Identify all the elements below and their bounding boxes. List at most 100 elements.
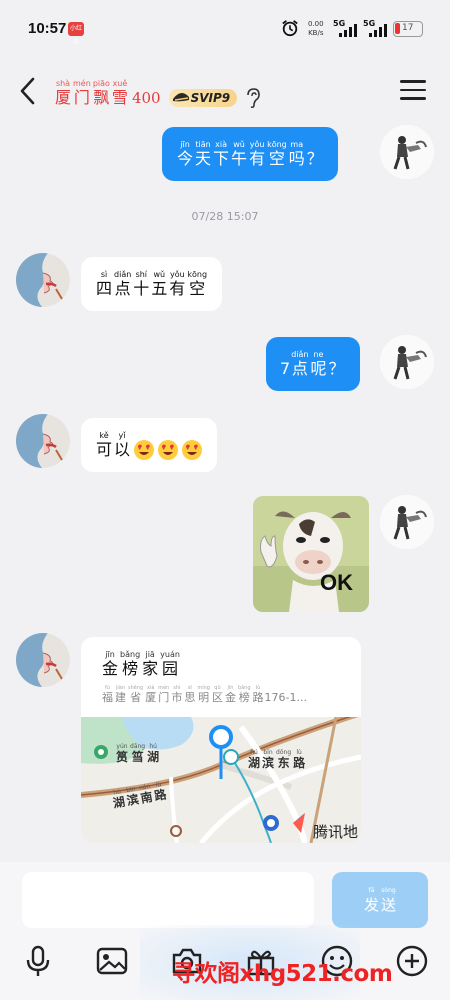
ruby-char: qū 区 [212, 685, 223, 705]
hanzi: 筜 [131, 750, 144, 764]
message-bubble-outgoing[interactable]: jīn 今 tiān 天 xià 下 wǔ 午 yǒu 有 kōng 空 ma 吗 ？ [162, 127, 338, 181]
ruby-char: dōng 东 [276, 749, 291, 770]
heart-eyes-emoji-icon [157, 439, 179, 461]
hanzi: 湖 [111, 794, 127, 811]
hanzi: 市 [171, 691, 183, 704]
ruby-char: jiàn 建 [115, 685, 126, 705]
battery-icon: 17 [393, 21, 423, 37]
hanzi: 门 [73, 88, 90, 107]
pinyin: tiān [195, 139, 211, 149]
hanzi: 金 [102, 659, 119, 678]
ruby-char: míng 明 [197, 685, 210, 705]
plus-icon[interactable] [395, 944, 429, 978]
location-card[interactable]: jīn 金 bǎng 榜 jiā 家 yuán 园 fú 福 jiàn 建 shěng 省 xià 厦 mén… [81, 637, 361, 843]
ruby-char: xià 下 [213, 140, 229, 169]
pinyin: ma [290, 139, 304, 149]
contact-name[interactable]: shà 厦 mén 门 piāo 飘 xuě 雪 400 SVIP9 [54, 78, 261, 109]
ruby-char: dāng 筜 [130, 743, 145, 764]
contact-name-number: 400 [131, 89, 161, 107]
pinyin: kōng [187, 269, 208, 279]
ruby-char: ？ [307, 140, 323, 169]
my-avatar[interactable] [380, 335, 434, 389]
network-speed: 0.00 KB/s [308, 20, 324, 38]
message-text: jīn 今 tiān 天 xià 下 wǔ 午 yǒu 有 kōng 空 ma 吗 ？ [176, 140, 324, 169]
hanzi: 园 [162, 659, 179, 678]
ruby-char: yǒu 有 [249, 140, 265, 169]
hanzi: 榜 [122, 659, 139, 678]
location-map[interactable]: yún 筼 dāng 筜 hú 湖 hú 湖 bīn 滨 dōng 东 lù 路 hú 湖 bīn 滨 nán 南… [81, 710, 361, 843]
app-notification-icon: 小红书 [68, 22, 84, 46]
ruby-char: ne 呢 [310, 350, 326, 379]
hanzi: 省 [130, 691, 142, 704]
hanzi: 午 [231, 148, 248, 168]
signal-label: 5G [333, 19, 346, 28]
ruby-char: xuě 雪 [112, 79, 128, 108]
back-icon[interactable] [16, 76, 40, 106]
hanzi: 空 [268, 148, 285, 168]
contact-avatar[interactable] [16, 633, 70, 687]
hanzi: 可 [96, 439, 113, 459]
map-provider-label: 腾讯地 [313, 823, 359, 841]
ruby-char: jīn 金 [102, 650, 118, 679]
ruby-char: wǔ 午 [231, 140, 247, 169]
ruby-char: fā 发 [364, 886, 379, 915]
svip-badge[interactable]: SVIP9 [168, 89, 238, 107]
hanzi: 筼 [116, 750, 129, 764]
ruby-char: jīn 金 [225, 685, 236, 705]
pinyin: fā [368, 886, 375, 894]
menu-icon[interactable] [400, 80, 426, 102]
my-avatar[interactable] [380, 495, 434, 549]
ruby-char: shà 厦 [55, 79, 71, 108]
ruby-char: bǎng 榜 [120, 650, 140, 679]
ruby-char: piāo 飘 [93, 79, 110, 108]
heart-eyes-emoji-icon [133, 439, 155, 461]
contact-avatar[interactable] [16, 414, 70, 468]
ruby-char: jiā 家 [142, 650, 158, 679]
ruby-char: mén 门 [73, 79, 91, 108]
status-time: 10:57 [28, 20, 67, 37]
chat-header: shà 厦 mén 门 piāo 飘 xuě 雪 400 SVIP9 [0, 60, 450, 122]
my-avatar[interactable] [380, 125, 434, 179]
hanzi: 点 [114, 278, 131, 298]
hanzi: 下 [213, 148, 230, 168]
pinyin: yǒu [169, 269, 185, 279]
message-bubble-incoming[interactable]: sì 四 diǎn 点 shí 十 wǔ 五 yǒu 有 kōng 空 [81, 257, 223, 311]
message-text: kě 可 yǐ 以 [95, 431, 131, 460]
message-bubble-incoming[interactable]: kě 可 yǐ 以 [81, 418, 218, 472]
pinyin: jīn [105, 650, 115, 659]
ruby-char: sì 四 [96, 270, 112, 299]
pinyin: shà [55, 79, 71, 88]
contact-name-text: shà 厦 mén 门 piāo 飘 xuě 雪 [54, 79, 129, 108]
hanzi: 区 [211, 691, 223, 704]
hanzi: 明 [198, 691, 210, 704]
ok-cow-sticker[interactable]: OK [253, 496, 369, 612]
pinyin: piāo [92, 79, 110, 88]
ruby-char: jīn 今 [177, 140, 193, 169]
message-text-prefix: 7 [280, 358, 291, 378]
pinyin: diǎn [291, 349, 309, 359]
message-bubble-outgoing[interactable]: 7 diǎn 点 ne 呢 ？ [266, 337, 360, 391]
hanzi: 南 [139, 789, 154, 806]
hanzi: 厦 [145, 691, 157, 704]
ruby-char: hú 湖 [111, 788, 127, 811]
mic-icon[interactable] [21, 944, 55, 978]
ruby-char: lù 路 [293, 749, 305, 770]
pinyin: dāng [130, 743, 146, 750]
hanzi: 建 [115, 691, 126, 704]
sticker-caption: OK [320, 570, 353, 595]
hanzi: 飘 [93, 88, 110, 107]
location-address: fú 福 jiàn 建 shěng 省 xià 厦 mén 门 shì 市 sī 思 míng 明 qū 区 jīn… [101, 685, 307, 705]
ruby-char: shěng 省 [128, 685, 143, 705]
ear-icon[interactable] [245, 87, 261, 109]
hanzi: ？ [328, 358, 345, 378]
contact-avatar[interactable] [16, 253, 70, 307]
pinyin: hú [250, 749, 258, 756]
hanzi: 滨 [125, 792, 140, 809]
image-icon[interactable] [95, 944, 129, 978]
message-input[interactable] [22, 872, 314, 928]
ruby-char: xià 厦 [145, 685, 156, 705]
send-button[interactable]: fā 发 sòng 送 [332, 872, 428, 928]
crown-hat-icon [172, 92, 189, 102]
hanzi: 福 [102, 691, 113, 704]
pinyin: xià [215, 139, 227, 149]
